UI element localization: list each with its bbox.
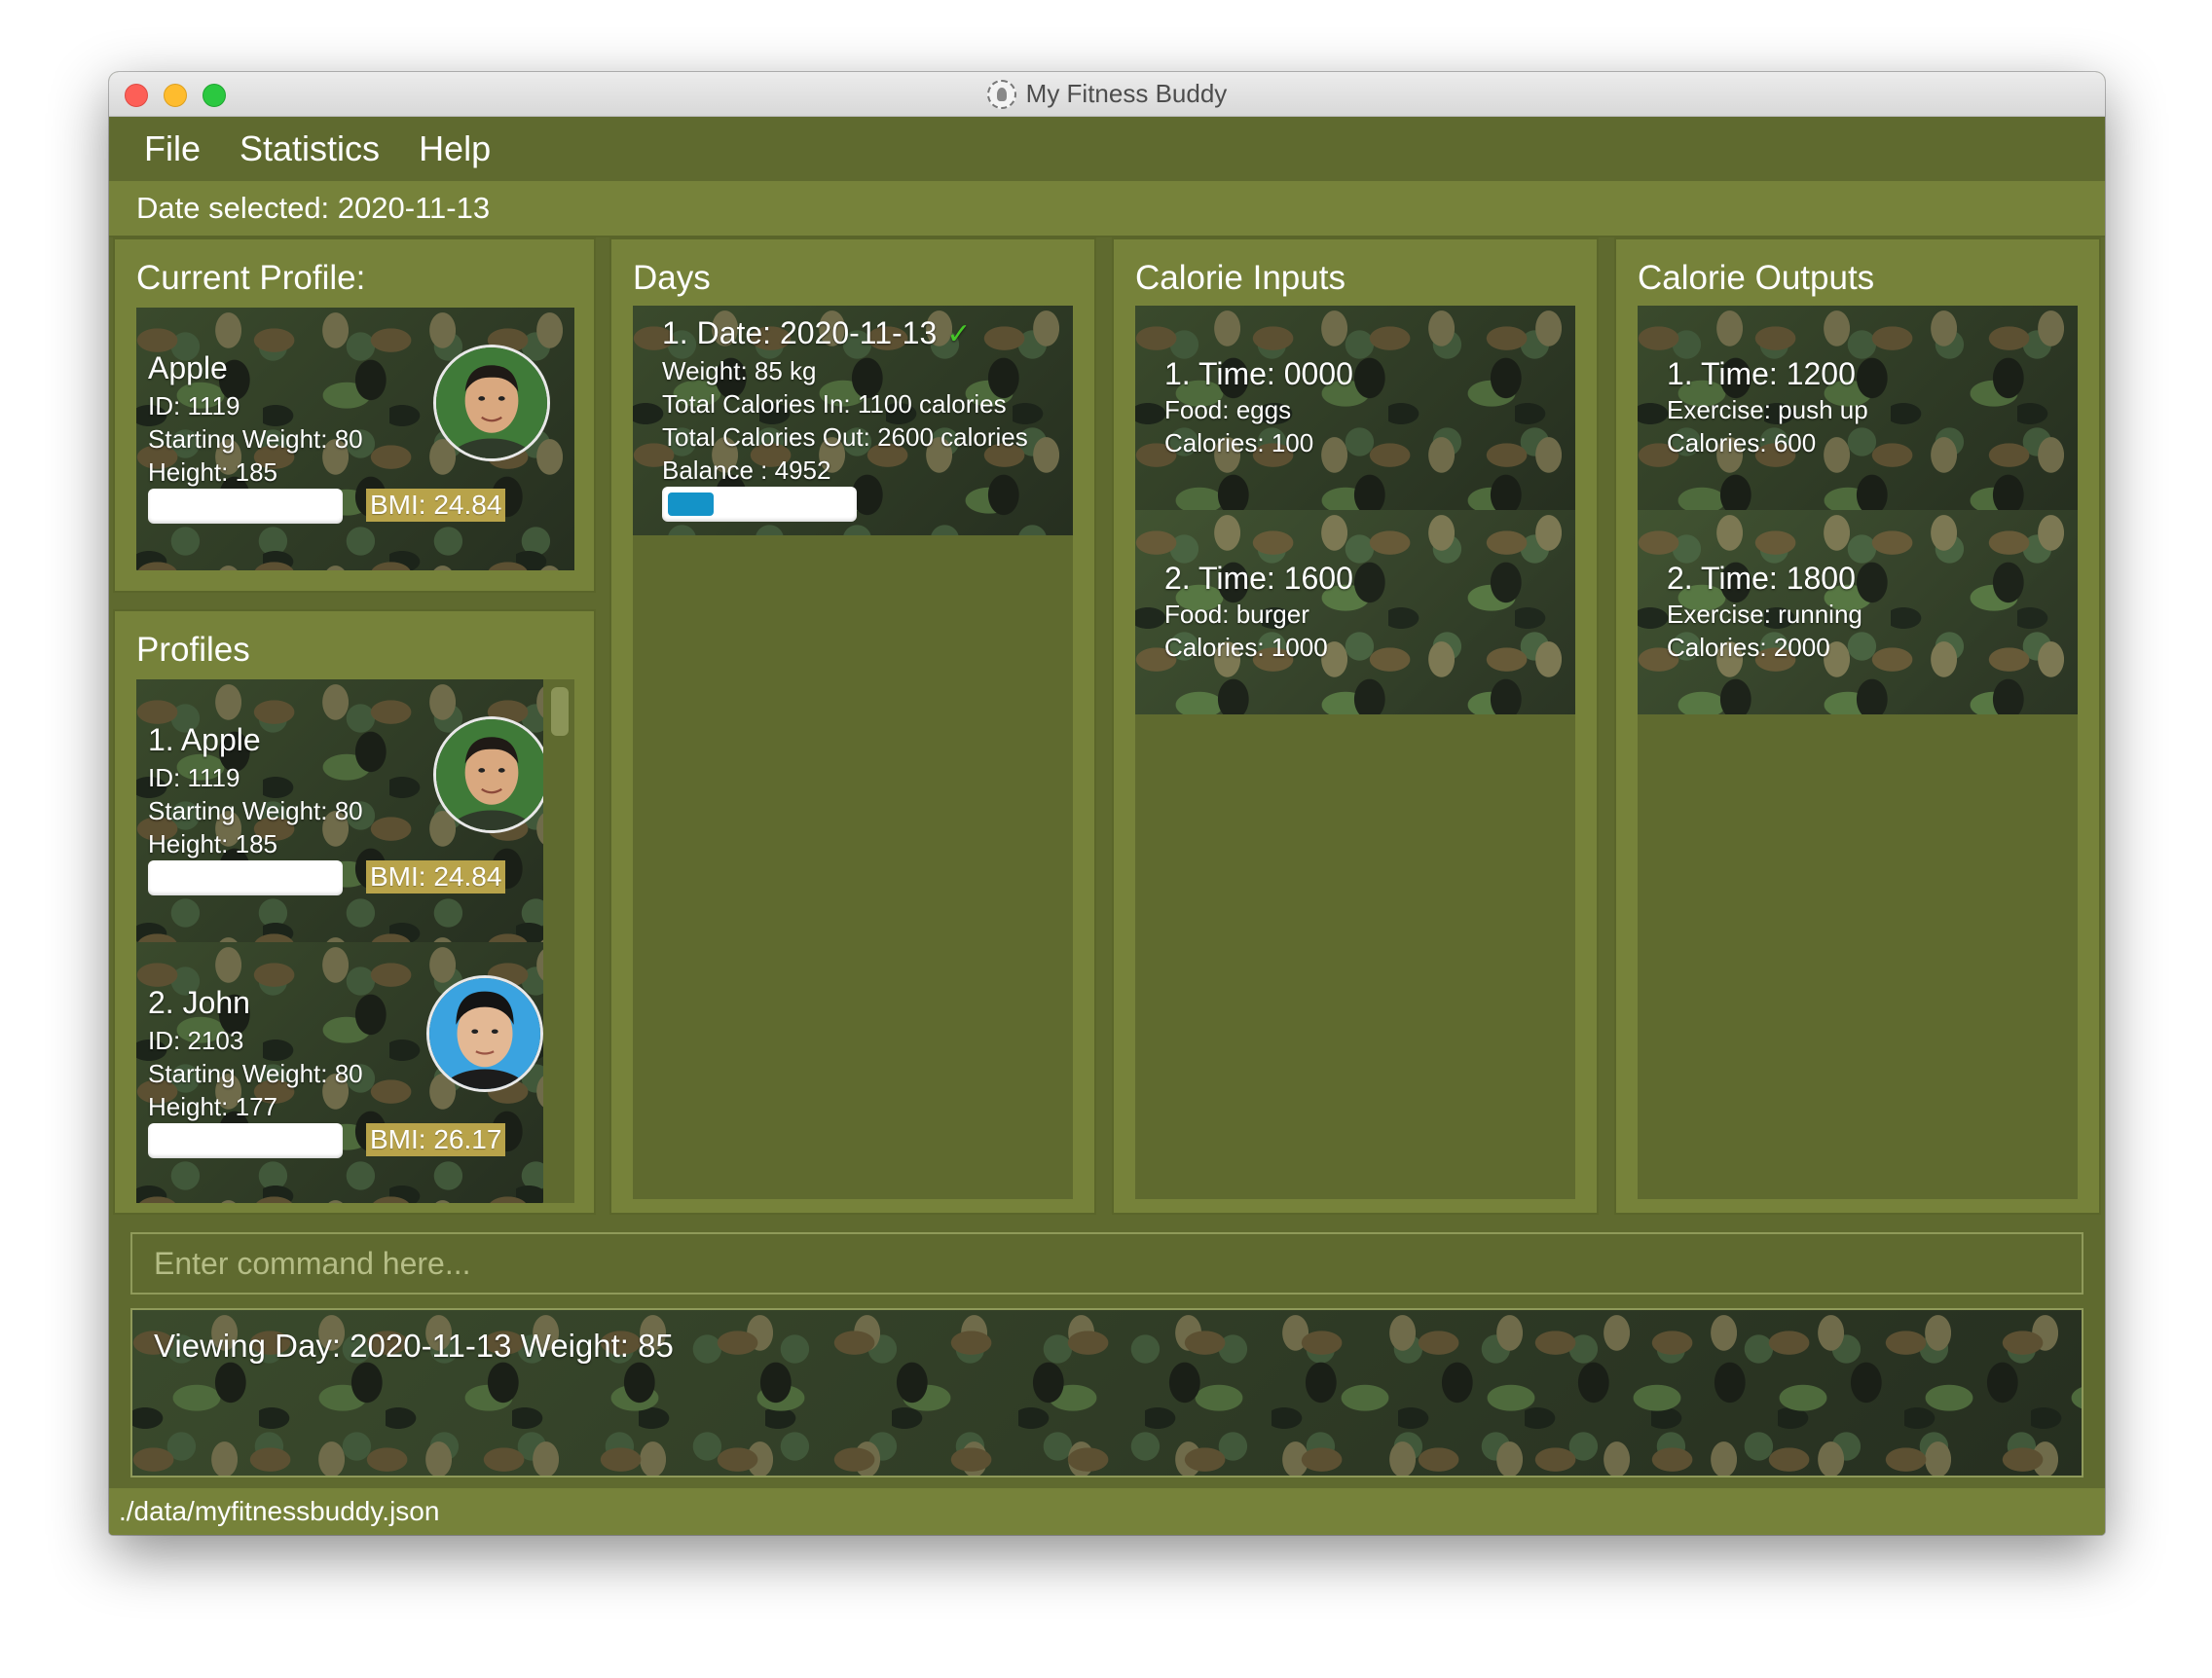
calorie-input-item[interactable]: 2. Time: 1600 Food: burger Calories: 100… — [1135, 510, 1575, 714]
current-profile-panel: Current Profile: Apple ID: 1119 Starting… — [113, 237, 596, 593]
calorie-output-exercise: Exercise: push up — [1667, 395, 1868, 424]
profile-starting-weight: Starting Weight: 80 — [148, 1059, 363, 1088]
day-calories-in: Total Calories In: 1100 calories — [662, 389, 1007, 419]
current-profile-id: ID: 1119 — [148, 391, 240, 420]
date-bar: Date selected: 2020-11-13 — [109, 181, 2105, 237]
current-profile-card: Apple ID: 1119 Starting Weight: 80 Heigh… — [136, 308, 574, 570]
profiles-header: Profiles — [136, 631, 250, 669]
avatar-photo-icon — [436, 347, 547, 458]
date-selected-label: Date selected: 2020-11-13 — [136, 191, 491, 225]
calorie-inputs-header: Calorie Inputs — [1135, 259, 1346, 297]
calorie-input-time: 1. Time: 0000 — [1164, 356, 1353, 391]
command-input[interactable] — [130, 1232, 2083, 1295]
day-progress-bar — [662, 487, 857, 522]
profile-height: Height: 185 — [148, 829, 277, 858]
calorie-output-exercise: Exercise: running — [1667, 600, 1862, 629]
calorie-output-calories: Calories: 600 — [1667, 428, 1817, 457]
current-profile-progress-bar — [148, 489, 343, 524]
calorie-input-time: 2. Time: 1600 — [1164, 561, 1353, 596]
days-header: Days — [633, 259, 711, 297]
current-profile-avatar — [433, 345, 550, 461]
data-file-path: ./data/myfitnessbuddy.json — [119, 1496, 440, 1526]
profile-progress-bar — [148, 860, 343, 895]
menu-file[interactable]: File — [144, 128, 201, 169]
calorie-outputs-panel: Calorie Outputs 1. Time: 1200 Exercise: … — [1614, 237, 2101, 1215]
current-profile-height: Height: 185 — [148, 457, 277, 487]
profile-starting-weight: Starting Weight: 80 — [148, 796, 363, 825]
profile-bmi: BMI: 26.17 — [366, 1123, 506, 1156]
result-text: Viewing Day: 2020-11-13 Weight: 85 — [154, 1328, 674, 1364]
calorie-output-calories: Calories: 2000 — [1667, 633, 1830, 662]
check-icon: ✓ — [946, 318, 972, 350]
calorie-output-time: 2. Time: 1800 — [1667, 561, 1856, 596]
profile-id: ID: 1119 — [148, 763, 240, 792]
status-bar: ./data/myfitnessbuddy.json — [109, 1488, 2105, 1535]
menu-statistics[interactable]: Statistics — [240, 128, 380, 169]
window-title: My Fitness Buddy — [1025, 79, 1228, 108]
calorie-inputs-panel: Calorie Inputs 1. Time: 0000 Food: eggs … — [1112, 237, 1599, 1215]
profile-progress-bar — [148, 1123, 343, 1158]
zoom-window-button[interactable] — [203, 84, 226, 107]
menu-bar: File Statistics Help — [109, 117, 2105, 181]
calorie-outputs-header: Calorie Outputs — [1638, 259, 1875, 297]
profile-id: ID: 2103 — [148, 1026, 244, 1055]
day-title: 1. Date: 2020-11-13 ✓ — [662, 315, 971, 351]
profile-bmi: BMI: 24.84 — [366, 860, 506, 894]
day-progress-fill — [668, 492, 714, 516]
calorie-input-food: Food: eggs — [1164, 395, 1292, 424]
calorie-inputs-list[interactable]: 1. Time: 0000 Food: eggs Calories: 100 2… — [1135, 306, 1575, 1199]
days-panel: Days 1. Date: 2020-11-13 ✓ Weight: 85 kg … — [609, 237, 1096, 1215]
app-window: My Fitness Buddy File Statistics Help Da… — [109, 72, 2105, 1535]
title-bar: My Fitness Buddy — [109, 72, 2105, 117]
profiles-panel: Profiles 1. Apple ID: 1119 Starting Weig… — [113, 609, 596, 1215]
window-title-group: My Fitness Buddy — [986, 79, 1228, 109]
menu-help[interactable]: Help — [419, 128, 491, 169]
day-weight: Weight: 85 kg — [662, 356, 817, 385]
current-profile-card-content: Apple ID: 1119 Starting Weight: 80 Heigh… — [136, 308, 574, 570]
profile-list-item[interactable]: 1. Apple ID: 1119 Starting Weight: 80 He… — [136, 679, 550, 942]
window-controls — [125, 84, 226, 107]
current-profile-name: Apple — [148, 350, 228, 385]
calorie-output-item[interactable]: 2. Time: 1800 Exercise: running Calories… — [1638, 510, 2078, 714]
calorie-input-calories: Calories: 1000 — [1164, 633, 1328, 662]
profile-height: Height: 177 — [148, 1092, 277, 1121]
day-list-item[interactable]: 1. Date: 2020-11-13 ✓ Weight: 85 kg Total… — [633, 306, 1073, 535]
current-profile-starting-weight: Starting Weight: 80 — [148, 424, 363, 454]
profile-title: 2. John — [148, 985, 250, 1020]
result-display: Viewing Day: 2020-11-13 Weight: 85 — [130, 1308, 2083, 1477]
minimize-window-button[interactable] — [164, 84, 187, 107]
avatar-photo-icon — [436, 719, 547, 830]
profile-list-item[interactable]: 2. John ID: 2103 Starting Weight: 80 Hei… — [136, 942, 543, 1203]
calorie-outputs-list[interactable]: 1. Time: 1200 Exercise: push up Calories… — [1638, 306, 2078, 1199]
calorie-input-food: Food: burger — [1164, 600, 1309, 629]
calorie-output-time: 1. Time: 1200 — [1667, 356, 1856, 391]
calorie-input-item[interactable]: 1. Time: 0000 Food: eggs Calories: 100 — [1135, 306, 1575, 510]
profiles-list[interactable]: 1. Apple ID: 1119 Starting Weight: 80 He… — [136, 679, 574, 1203]
profile-title: 1. Apple — [148, 722, 261, 757]
avatar-photo-icon — [429, 978, 540, 1089]
profiles-scroll-thumb[interactable] — [551, 687, 569, 736]
profile-avatar — [433, 716, 550, 833]
current-profile-header: Current Profile: — [136, 259, 366, 297]
app-icon — [986, 79, 1016, 109]
days-list[interactable]: 1. Date: 2020-11-13 ✓ Weight: 85 kg Total… — [633, 306, 1073, 1199]
profiles-scrollbar[interactable] — [543, 679, 574, 1203]
calorie-input-calories: Calories: 100 — [1164, 428, 1314, 457]
command-area — [109, 1222, 2105, 1300]
close-window-button[interactable] — [125, 84, 148, 107]
day-calories-out: Total Calories Out: 2600 calories — [662, 422, 1028, 452]
current-profile-bmi: BMI: 24.84 — [366, 489, 506, 522]
day-date: 1. Date: 2020-11-13 — [662, 315, 938, 350]
day-balance: Balance : 4952 — [662, 456, 831, 485]
calorie-output-item[interactable]: 1. Time: 1200 Exercise: push up Calories… — [1638, 306, 2078, 510]
profile-avatar — [426, 975, 543, 1092]
